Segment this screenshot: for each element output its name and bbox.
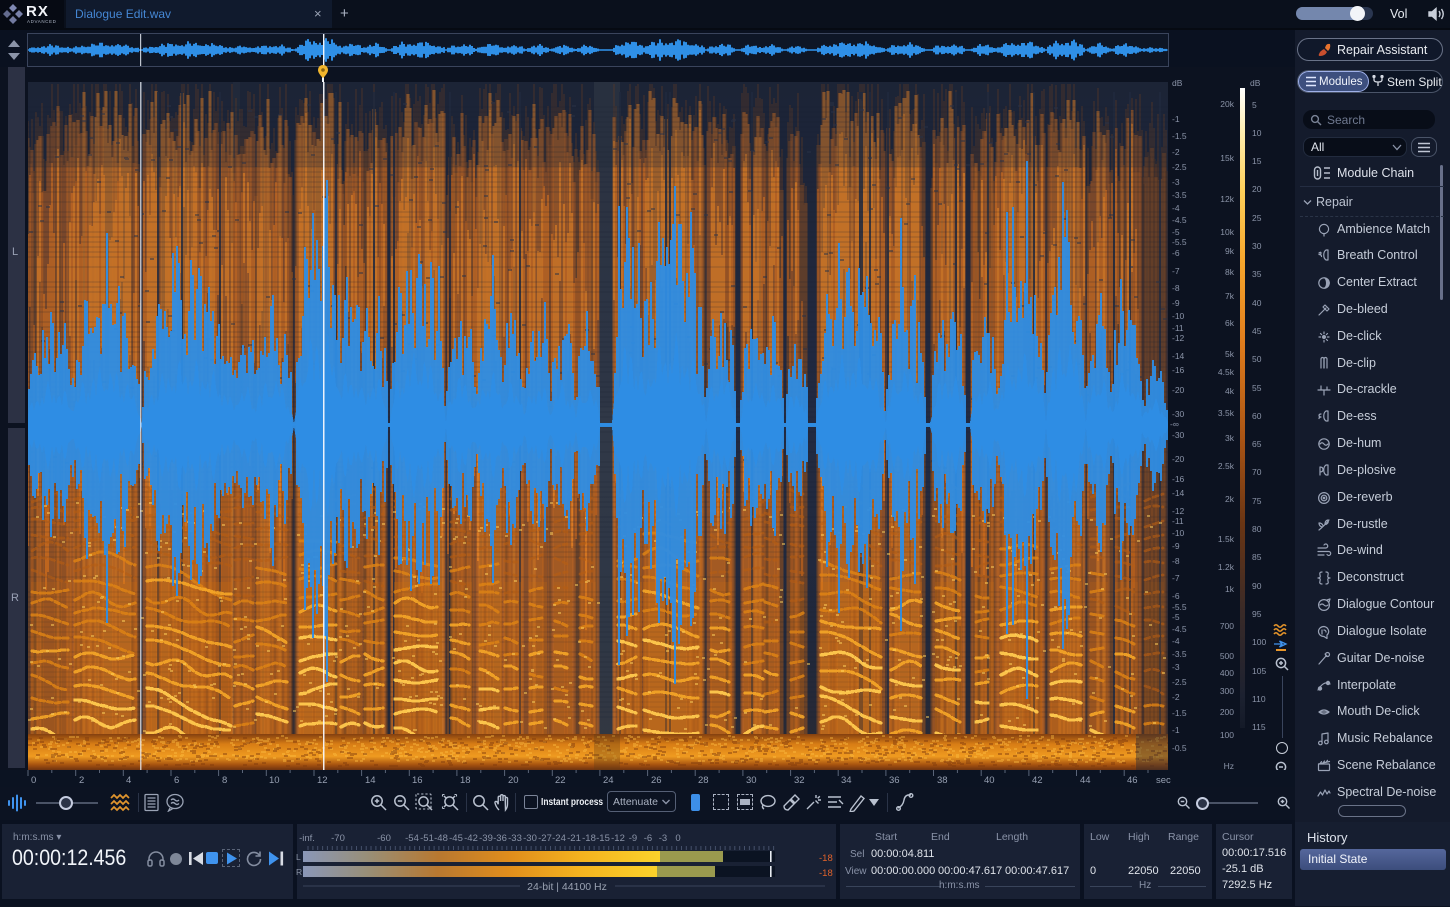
svg-text:36: 36 <box>889 775 900 786</box>
svg-text:-3: -3 <box>659 833 667 844</box>
svg-text:16: 16 <box>412 775 423 786</box>
svg-text:42: 42 <box>1032 775 1043 786</box>
svg-text:46: 46 <box>1127 775 1138 786</box>
svg-text:-30: -30 <box>523 833 537 844</box>
svg-text:34: 34 <box>841 775 852 786</box>
svg-text:-18: -18 <box>582 833 596 844</box>
svg-text:22: 22 <box>555 775 566 786</box>
svg-text:-6: -6 <box>644 833 652 844</box>
svg-text:12: 12 <box>317 775 328 786</box>
svg-text:10: 10 <box>269 775 280 786</box>
svg-text:-18: -18 <box>819 853 833 864</box>
svg-text:24-bit | 44100 Hz: 24-bit | 44100 Hz <box>527 881 607 893</box>
svg-text:4: 4 <box>126 775 131 786</box>
svg-text:-51: -51 <box>420 833 434 844</box>
svg-text:44: 44 <box>1080 775 1091 786</box>
svg-text:-54: -54 <box>405 833 419 844</box>
svg-text:-33: -33 <box>508 833 522 844</box>
svg-text:-45: -45 <box>449 833 463 844</box>
svg-text:-21: -21 <box>567 833 581 844</box>
svg-text:-39: -39 <box>479 833 493 844</box>
svg-text:-inf.: -inf. <box>299 833 315 844</box>
svg-text:-42: -42 <box>464 833 478 844</box>
svg-text:-70: -70 <box>331 833 345 844</box>
svg-text:6: 6 <box>174 775 179 786</box>
svg-text:38: 38 <box>937 775 948 786</box>
svg-text:-18: -18 <box>819 868 833 879</box>
svg-text:L: L <box>296 852 301 862</box>
svg-text:-48: -48 <box>434 833 448 844</box>
svg-text:-12: -12 <box>611 833 625 844</box>
svg-text:28: 28 <box>698 775 709 786</box>
svg-text:2: 2 <box>79 775 84 786</box>
svg-text:14: 14 <box>365 775 376 786</box>
svg-text:R: R <box>296 867 302 877</box>
svg-text:18: 18 <box>460 775 471 786</box>
svg-text:-9: -9 <box>629 833 637 844</box>
svg-text:30: 30 <box>746 775 757 786</box>
svg-text:0: 0 <box>675 833 680 844</box>
svg-text:26: 26 <box>651 775 662 786</box>
svg-text:0: 0 <box>31 775 36 786</box>
svg-text:-24: -24 <box>552 833 566 844</box>
svg-text:20: 20 <box>508 775 519 786</box>
svg-text:-15: -15 <box>596 833 610 844</box>
svg-text:-60: -60 <box>377 833 391 844</box>
svg-text:40: 40 <box>984 775 995 786</box>
svg-text:24: 24 <box>603 775 614 786</box>
svg-text:8: 8 <box>222 775 227 786</box>
svg-text:-36: -36 <box>493 833 507 844</box>
svg-text:-27: -27 <box>538 833 552 844</box>
svg-text:32: 32 <box>794 775 805 786</box>
svg-text:sec: sec <box>1156 775 1171 786</box>
